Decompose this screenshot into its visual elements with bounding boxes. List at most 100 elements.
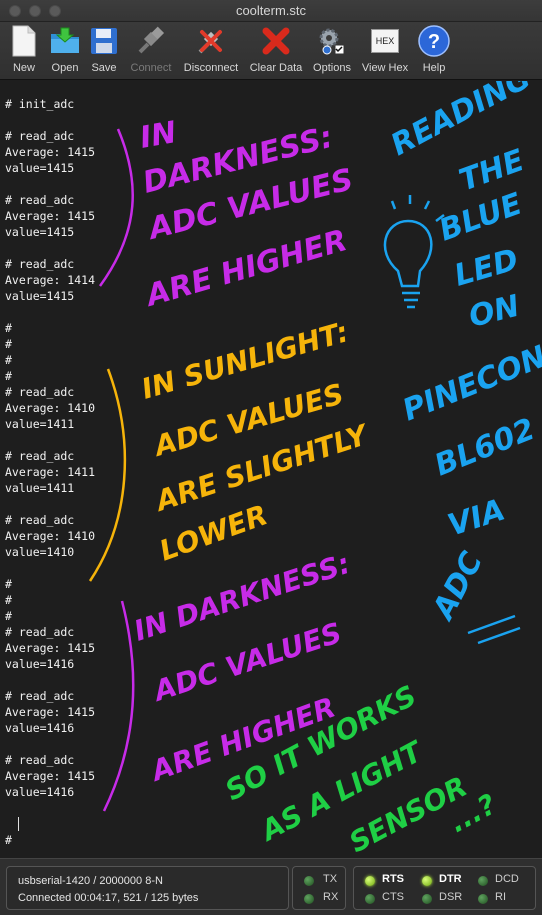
dtr-led (422, 876, 432, 886)
help-button[interactable]: ? Help (416, 24, 452, 78)
terminal-line: # (5, 353, 12, 367)
txrx-led-panel: TX RX (292, 866, 346, 910)
terminal-line: # init_adc (5, 97, 75, 111)
rx-led (304, 894, 314, 904)
terminal-line: Average: 1415 (5, 705, 96, 719)
terminal-line: # read_adc (5, 513, 75, 527)
terminal-line: # (5, 577, 12, 591)
annotation-darkness2-2: ADC VALUES (148, 616, 346, 708)
annotation-darkness2-3: ARE HIGHER (145, 691, 340, 789)
purple-bracket-top (98, 128, 134, 287)
clear-x-icon (259, 24, 293, 58)
annotation-sunlight-2: ADC VALUES (149, 377, 347, 463)
terminal-line: value=1416 (5, 657, 75, 671)
help-question-icon: ? (417, 24, 451, 58)
cts-led (365, 894, 375, 904)
usb-plug-icon (134, 24, 168, 58)
terminal-line: # read_adc (5, 689, 75, 703)
rx-label: RX (323, 891, 339, 903)
lightbulb-icon (383, 195, 445, 309)
terminal-line: # read_adc (5, 385, 75, 399)
terminal-line: Average: 1415 (5, 145, 96, 159)
terminal-line: Average: 1410 (5, 401, 96, 415)
annotation-side-6: PINECONE (398, 331, 542, 428)
terminal-line: value=1416 (5, 785, 75, 799)
annotation-darkness1-4: ARE HIGHER (141, 223, 351, 314)
cts-label: CTS (382, 891, 404, 903)
adc-underline (467, 614, 521, 645)
terminal-line: Average: 1410 (5, 529, 96, 543)
annotation-sunlight-3: ARE SLIGHTLY (150, 418, 374, 519)
dsr-label: DSR (439, 891, 463, 903)
terminal-line: Average: 1415 (5, 769, 96, 783)
annotation-sunlight-4: LOWER (155, 498, 272, 567)
new-document-icon (7, 24, 41, 58)
options-button[interactable]: Options (311, 24, 353, 78)
terminal-line: # (5, 609, 12, 623)
terminal-line: # (5, 593, 12, 607)
open-button[interactable]: Open (46, 24, 84, 78)
terminal-line: value=1416 (5, 721, 75, 735)
coolterm-window: coolterm.stc New Open Save Connect Disco… (0, 0, 542, 915)
annotation-side-9: ADC (425, 546, 490, 626)
port-settings-text: usbserial-1420 / 2000000 8-N (18, 875, 163, 887)
disconnect-button[interactable]: Disconnect (180, 24, 242, 78)
rts-label: RTS (382, 873, 404, 885)
terminal-output[interactable]: # init_adc # read_adc Average: 1415 value=1… (0, 81, 542, 858)
annotation-sunlight-1: IN SUNLIGHT: (138, 315, 352, 406)
annotation-darkness1-1: IN (137, 115, 179, 156)
ri-label: RI (495, 891, 506, 903)
annotation-side-2: THE (455, 143, 530, 199)
terminal-line: # (5, 369, 12, 383)
annotation-conclusion-4: ...? (444, 787, 502, 839)
terminal-line: # read_adc (5, 129, 75, 143)
terminal-line: value=1415 (5, 161, 75, 175)
dcd-led (478, 876, 488, 886)
view-hex-button[interactable]: HEX View Hex (359, 24, 411, 78)
new-button[interactable]: New (5, 24, 43, 78)
annotation-side-7: BL602 (430, 412, 540, 484)
dcd-label: DCD (495, 873, 519, 885)
status-bar: usbserial-1420 / 2000000 8-N Connected 0… (0, 858, 542, 915)
gear-checkbox-icon (315, 24, 349, 58)
annotation-darkness1-2: DARKNESS: (139, 120, 336, 201)
connection-info-text: Connected 00:04:17, 521 / 125 bytes (18, 892, 199, 904)
purple-bracket-bottom (102, 600, 135, 812)
terminal-line: value=1415 (5, 225, 75, 239)
svg-text:?: ? (428, 31, 440, 53)
annotation-darkness2-1: IN DARKNESS: (130, 547, 354, 648)
connect-button[interactable]: Connect (126, 24, 176, 78)
floppy-disk-icon (87, 24, 121, 58)
terminal-line: value=1410 (5, 545, 75, 559)
terminal-line: value=1411 (5, 481, 75, 495)
annotation-conclusion-1: SO IT WORKS (220, 679, 422, 807)
annotation-side-8: VIA (444, 493, 510, 544)
hex-icon: HEX (368, 24, 402, 58)
save-button[interactable]: Save (86, 24, 122, 78)
disconnect-plug-icon (194, 24, 228, 58)
annotation-side-5: ON (465, 289, 523, 335)
annotation-conclusion-3: SENSOR (344, 770, 473, 858)
terminal-line: Average: 1411 (5, 465, 96, 479)
title-bar: coolterm.stc (0, 0, 542, 22)
terminal-line: # read_adc (5, 193, 75, 207)
dtr-label: DTR (439, 873, 462, 885)
terminal-line: # read_adc (5, 449, 75, 463)
tx-led (304, 876, 314, 886)
annotation-side-3: BLUE (435, 186, 528, 248)
terminal-line: Average: 1415 (5, 209, 96, 223)
terminal-line: Average: 1415 (5, 641, 96, 655)
terminal-line: # (5, 337, 12, 351)
dsr-led (422, 894, 432, 904)
line-status-led-panel: RTS CTS DTR DSR DCD RI (353, 866, 536, 910)
connection-status-panel: usbserial-1420 / 2000000 8-N Connected 0… (6, 866, 289, 910)
clear-data-button[interactable]: Clear Data (247, 24, 305, 78)
terminal-line: # read_adc (5, 257, 75, 271)
text-cursor (18, 817, 19, 831)
terminal-line: # (5, 321, 12, 335)
window-title: coolterm.stc (235, 3, 307, 18)
terminal-line: Average: 1414 (5, 273, 96, 287)
terminal-line: value=1415 (5, 289, 75, 303)
annotation-conclusion-2: AS A LIGHT (254, 734, 429, 848)
ri-led (478, 894, 488, 904)
